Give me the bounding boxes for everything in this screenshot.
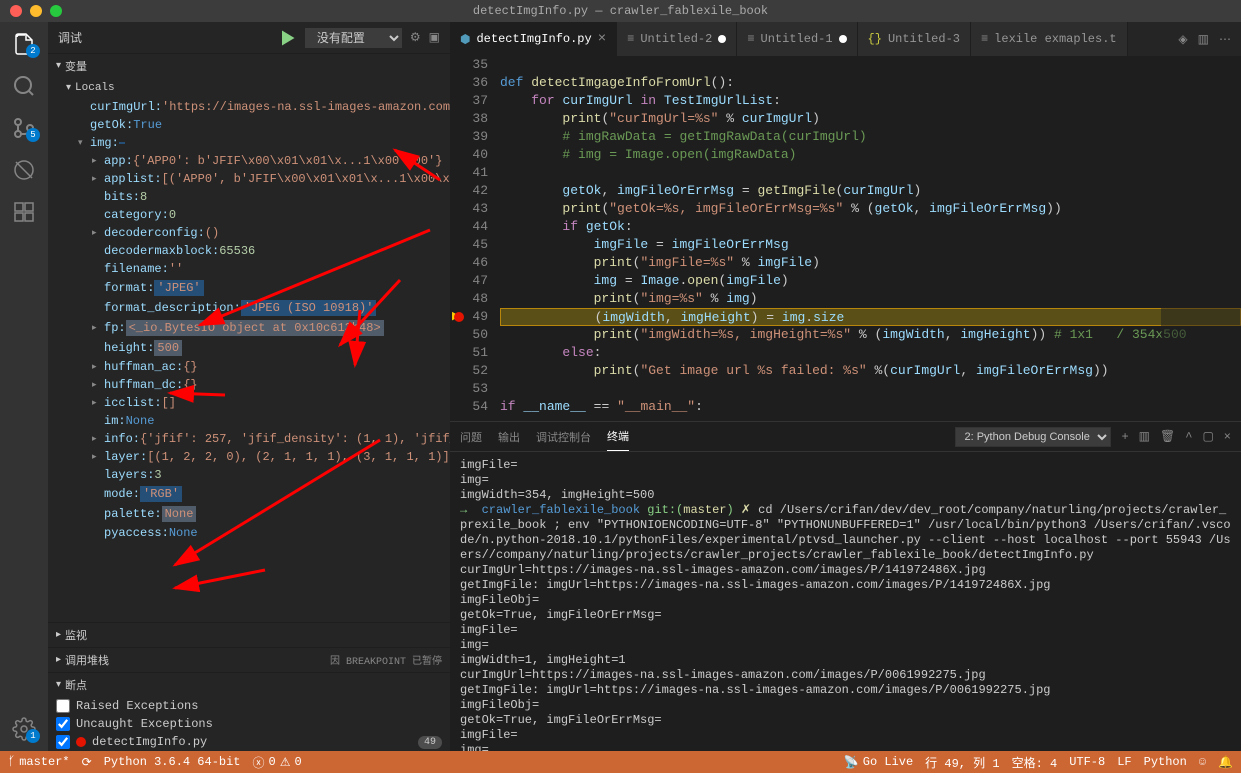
variable-row[interactable]: ▸app: {'APP0': b'JFIF\x00\x01\x01\x...1\… [64,152,450,170]
terminal-body[interactable]: imgFile= img= imgWidth=354, imgHeight=50… [450,452,1241,751]
close-icon[interactable]: × [598,31,606,47]
status-cursor[interactable]: 行 49, 列 1 [925,754,999,771]
terminal-select[interactable]: 2: Python Debug Console [955,427,1111,447]
modified-dot-icon [839,35,847,43]
variable-row[interactable]: getOk: True [64,116,450,134]
breakpoint-checkbox[interactable] [56,735,70,749]
debug-config-select[interactable]: 没有配置 [305,28,402,48]
locals-header[interactable]: ▾Locals [48,78,450,98]
status-go-live[interactable]: 📡 Go Live [844,755,913,770]
new-terminal-icon[interactable]: + [1121,430,1128,444]
status-bar: ᚶ master* ⟳ Python 3.6.4 64-bit ⓧ 0 ⚠ 0 … [0,751,1241,773]
variable-row[interactable]: format: 'JPEG' [64,278,450,298]
debug-config-gear-icon[interactable]: ⚙ [410,30,421,45]
status-language[interactable]: Python [1144,755,1187,769]
tab-untitled-1[interactable]: ≡ Untitled-1 [737,22,857,56]
settings-badge: 1 [26,729,40,743]
status-eol[interactable]: LF [1117,755,1131,769]
explorer-icon[interactable]: 2 [12,32,36,56]
variable-row[interactable]: layers: 3 [64,466,450,484]
variable-row[interactable]: pyaccess: None [64,524,450,542]
tab-lexile-examples[interactable]: ≡ lexile exmaples.t [971,22,1128,56]
compare-icon[interactable]: ◈ [1178,32,1187,47]
debug-console-toggle-icon[interactable]: ▣ [429,30,440,45]
variable-row[interactable]: height: 500 [64,338,450,358]
source-control-icon[interactable]: 5 [12,116,36,140]
variable-row[interactable]: bits: 8 [64,188,450,206]
variable-row[interactable]: im: None [64,412,450,430]
debug-icon[interactable] [12,158,36,182]
debug-sidebar: 调试 没有配置 ⚙ ▣ ▾变量 ▾Locals curImgUrl: 'http… [48,22,450,751]
status-python[interactable]: Python 3.6.4 64-bit [104,755,241,769]
panel-tab-debug-console[interactable]: 调试控制台 [536,423,591,451]
panel-tab-terminal[interactable]: 终端 [607,422,629,451]
status-problems[interactable]: ⓧ 0 ⚠ 0 [253,754,302,771]
panel-tab-output[interactable]: 输出 [498,423,520,451]
maximize-panel-icon[interactable]: ▢ [1202,429,1213,444]
status-branch[interactable]: ᚶ master* [8,755,70,769]
window-close-button[interactable] [10,5,22,17]
breakpoint-dot-icon [76,737,86,747]
search-icon[interactable] [12,74,36,98]
kill-terminal-icon[interactable]: 🗑 [1160,429,1175,444]
variable-row[interactable]: ▸decoderconfig: () [64,224,450,242]
variable-row[interactable]: decodermaxblock: 65536 [64,242,450,260]
callstack-section-header[interactable]: ▸调用堆栈 因 BREAKPOINT 已暂停 [48,648,450,672]
split-editor-icon[interactable]: ▥ [1198,32,1209,47]
variable-row[interactable]: category: 0 [64,206,450,224]
close-panel-icon[interactable]: × [1224,430,1231,444]
window-maximize-button[interactable] [50,5,62,17]
more-icon[interactable]: ⋯ [1219,32,1231,47]
variable-row[interactable]: ▸layer: [(1, 2, 2, 0), (2, 1, 1, 1), (3,… [64,448,450,466]
variable-row[interactable]: ▾img: [64,134,450,152]
split-terminal-icon[interactable]: ▥ [1139,429,1150,444]
variable-row[interactable]: ▸huffman_dc: {} [64,376,450,394]
activity-bar: 2 5 1 [0,22,48,751]
status-encoding[interactable]: UTF-8 [1069,755,1105,769]
status-indent[interactable]: 空格: 4 [1012,754,1058,771]
minimap[interactable] [1161,56,1241,421]
debug-start-button[interactable] [277,28,297,48]
tab-untitled-2[interactable]: ≡ Untitled-2 [617,22,737,56]
status-feedback-icon[interactable]: ☺ [1199,755,1206,769]
variable-row[interactable]: ▸huffman_ac: {} [64,358,450,376]
variable-row[interactable]: filename: '' [64,260,450,278]
status-sync-icon[interactable]: ⟳ [82,755,92,770]
variable-row[interactable]: format_description: 'JPEG (ISO 10918)' [64,298,450,318]
watch-section-header[interactable]: ▸监视 [48,623,450,647]
settings-gear-icon[interactable]: 1 [12,717,36,741]
breakpoint-checkbox[interactable] [56,717,70,731]
breakpoint-file-row[interactable]: detectImgInfo.py 49 [48,733,450,751]
breakpoint-checkbox[interactable] [56,699,70,713]
debug-title: 调试 [58,29,82,46]
window-title: detectImgInfo.py — crawler_fablexile_boo… [473,4,768,18]
extensions-icon[interactable] [12,200,36,224]
modified-dot-icon [718,35,726,43]
variable-row[interactable]: palette: None [64,504,450,524]
tab-detectimginfo[interactable]: ⬢ detectImgInfo.py × [450,22,617,56]
window-minimize-button[interactable] [30,5,42,17]
breakpoints-section-header[interactable]: ▾断点 [48,673,450,697]
editor-area: ⬢ detectImgInfo.py × ≡ Untitled-2 ≡ Unti… [450,22,1241,751]
editor-tabs: ⬢ detectImgInfo.py × ≡ Untitled-2 ≡ Unti… [450,22,1241,56]
variables-section-header[interactable]: ▾变量 [48,54,450,78]
variable-row[interactable]: ▸info: {'jfif': 257, 'jfif_density': (1,… [64,430,450,448]
scm-badge: 5 [26,128,40,142]
panel-up-icon[interactable]: ^ [1185,430,1192,444]
variable-row[interactable]: ▸icclist: [] [64,394,450,412]
breakpoint-raised-exceptions[interactable]: Raised Exceptions [48,697,450,715]
terminal-panel: 问题 输出 调试控制台 终端 2: Python Debug Console +… [450,421,1241,751]
status-bell-icon[interactable]: 🔔 [1218,755,1233,770]
breakpoint-uncaught-exceptions[interactable]: Uncaught Exceptions [48,715,450,733]
panel-tab-problems[interactable]: 问题 [460,423,482,451]
variable-row[interactable]: ▸fp: <_io.BytesIO object at 0x10c613b48> [64,318,450,338]
code-editor[interactable]: 3536373839404142434445464748▶49505152535… [450,56,1241,421]
variable-row[interactable]: curImgUrl: 'https://images-na.ssl-images… [64,98,450,116]
title-bar: detectImgInfo.py — crawler_fablexile_boo… [0,0,1241,22]
explorer-badge: 2 [26,44,40,58]
debug-toolbar: 调试 没有配置 ⚙ ▣ [48,22,450,54]
variable-row[interactable]: mode: 'RGB' [64,484,450,504]
tab-untitled-3[interactable]: {} Untitled-3 [858,22,971,56]
variable-row[interactable]: ▸applist: [('APP0', b'JFIF\x00\x01\x01\x… [64,170,450,188]
